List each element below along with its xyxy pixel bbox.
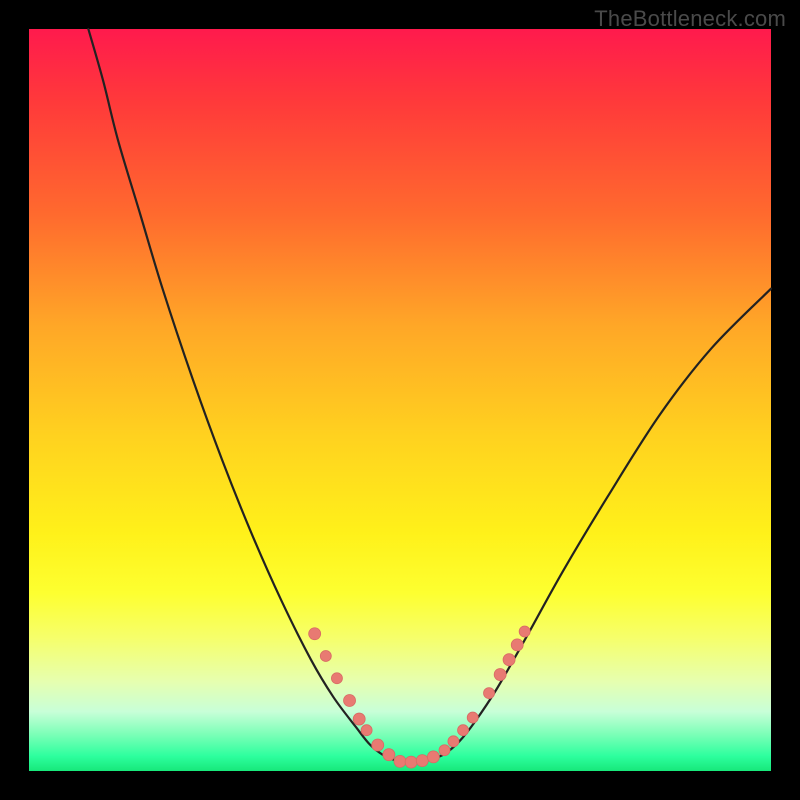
curve-marker (361, 725, 372, 736)
curve-marker (519, 626, 530, 637)
curve-marker (427, 751, 439, 763)
curve-marker (405, 756, 417, 768)
curve-marker (383, 749, 395, 761)
chart-svg (29, 29, 771, 771)
curve-marker (458, 725, 469, 736)
curve-marker (320, 650, 331, 661)
curve-marker (439, 745, 450, 756)
curve-marker (416, 755, 428, 767)
curve-marker (484, 688, 495, 699)
curve-marker (494, 669, 506, 681)
curve-marker (331, 673, 342, 684)
curve-marker (511, 639, 523, 651)
curve-marker (372, 739, 384, 751)
curve-marker (353, 713, 365, 725)
curve-markers (309, 626, 530, 768)
curve-marker (394, 755, 406, 767)
curve-marker (344, 695, 356, 707)
chart-frame: TheBottleneck.com (0, 0, 800, 800)
curve-marker (503, 654, 515, 666)
curve-marker (467, 712, 478, 723)
watermark-text: TheBottleneck.com (594, 6, 786, 32)
curve-marker (309, 628, 321, 640)
curve-marker (448, 736, 459, 747)
bottleneck-curve (88, 29, 771, 762)
